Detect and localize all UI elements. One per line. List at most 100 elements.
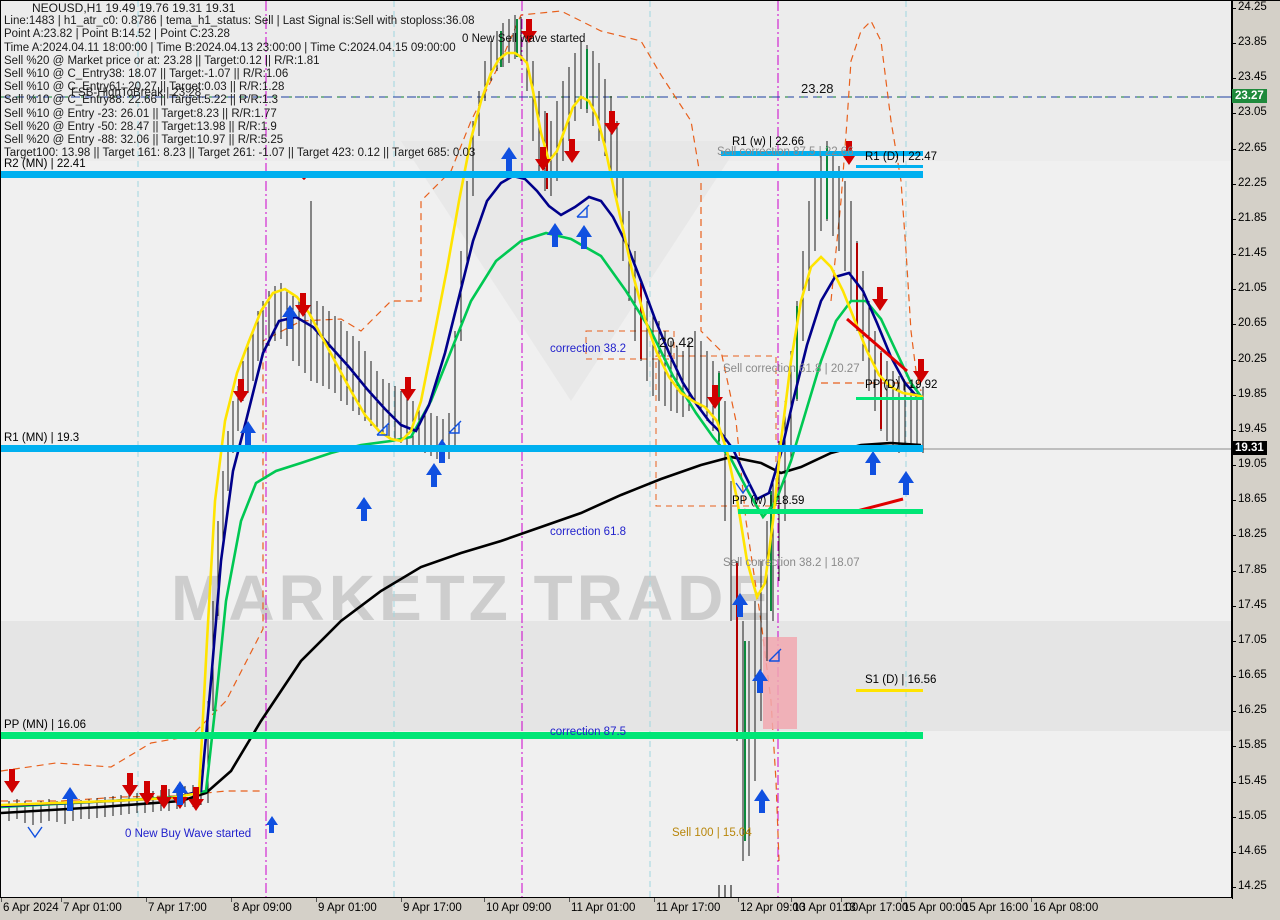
tick-label: 21.05 (1238, 282, 1267, 295)
tick-mark (1232, 324, 1236, 326)
label-r1-mn: R1 (MN) | 19.3 (4, 432, 80, 444)
tick-mark (484, 898, 485, 902)
annotation-sell-correction-38-2: Sell correction 38.2 | 18.07 (723, 557, 860, 569)
tick-label: 9 Apr 01:00 (318, 902, 377, 914)
tick-label: 8 Apr 09:00 (233, 902, 292, 914)
annotation-correction-61-8: correction 61.8 (550, 526, 627, 538)
symbol-ohlc-line: NEOUSD,H1 19.49 19.76 19.31 19.31 (32, 1, 236, 15)
label-pp-w: PP (w) | 18.59 (732, 495, 805, 507)
tick-label: 22.65 (1238, 141, 1267, 154)
tick-mark (1031, 898, 1032, 902)
info-line-9: Sell %20 @ Entry -88: 32.06 || Target:10… (4, 134, 284, 147)
tick-label: 15.85 (1238, 739, 1267, 752)
annotation-sell-correction-61-8: Sell correction 61.8 | 20.27 (723, 363, 860, 375)
label-r1-d: R1 (D) | 22.47 (865, 151, 938, 163)
annotation-high-to-break: 23.28 (801, 81, 834, 96)
tick-mark (1232, 218, 1236, 220)
tick-label: 20.65 (1238, 317, 1267, 330)
annotation-correction-87-5: correction 87.5 (550, 726, 627, 738)
tick-label: 11 Apr 17:00 (656, 902, 721, 914)
tick-mark (316, 898, 317, 902)
annotation-new-sell-wave: 0 New Sell wave started (462, 33, 586, 45)
tick-mark (654, 898, 655, 902)
tick-label: 21.85 (1238, 211, 1267, 224)
tick-label: 23.85 (1238, 36, 1267, 49)
price-tag-last: 19.31 (1232, 441, 1267, 455)
tick-label: 19.45 (1238, 422, 1267, 435)
info-line-1: Point A:23.82 | Point B:14.52 | Point C:… (4, 28, 230, 41)
tick-mark (1232, 289, 1236, 291)
tick-mark (1232, 148, 1236, 150)
tick-mark (1232, 465, 1236, 467)
chart-window: MARKETZ TRADE R2 (MN) | 22.41 R1 (MN) | … (0, 0, 1280, 920)
tick-label: 17.45 (1238, 598, 1267, 611)
info-line-5: Sell %10 @ C_Entry61: 20.27 || Target:0.… (4, 81, 285, 94)
tick-mark (1232, 359, 1236, 361)
tick-mark (1232, 429, 1236, 431)
tick-label: 7 Apr 01:00 (63, 902, 122, 914)
label-s1-d: S1 (D) | 16.56 (865, 674, 937, 686)
tick-mark (1232, 605, 1236, 607)
tick-mark (1232, 78, 1236, 80)
tick-mark (1232, 8, 1236, 9)
tick-label: 23.45 (1238, 71, 1267, 84)
chart-info-header: NEOUSD,H1 19.49 19.76 19.31 19.31 Line:1… (4, 1, 476, 160)
tick-label: 19.85 (1238, 387, 1267, 400)
label-pp-d: PP (D) | 19.92 (865, 379, 938, 391)
tick-label: 21.45 (1238, 247, 1267, 260)
tick-mark (841, 898, 842, 902)
level-line-r2-mn (1, 171, 923, 178)
tick-mark (1232, 676, 1236, 678)
tick-label: 20.25 (1238, 352, 1267, 365)
tick-label: 16.65 (1238, 669, 1267, 682)
annotation-sell-correction-87-5: Sell correction 87.5 | 22.66 (717, 146, 854, 158)
price-tag-bid: 23.27 (1232, 89, 1267, 103)
tick-mark (1232, 394, 1236, 396)
tick-label: 13 Apr 17:00 (843, 902, 909, 914)
tick-label: 15 Apr 00:00 (903, 902, 969, 914)
tick-label: 17.05 (1238, 633, 1267, 646)
tick-label: 17.85 (1238, 563, 1267, 576)
tick-mark (1232, 254, 1236, 256)
tick-mark (1232, 43, 1236, 45)
tick-mark (901, 898, 902, 902)
tick-mark (1232, 640, 1236, 642)
tick-mark (1232, 500, 1236, 502)
tick-label: 15.45 (1238, 774, 1267, 787)
info-line-7: Sell %10 @ Entry -23: 26.01 || Target:8.… (4, 107, 277, 120)
tick-mark (61, 898, 62, 902)
tick-label: 22.25 (1238, 176, 1267, 189)
tick-label: 15 Apr 16:00 (963, 902, 1029, 914)
info-line-0: Line:1483 | h1_atr_c0: 0.8786 | tema_h1_… (4, 15, 475, 28)
tick-mark (791, 898, 792, 902)
annotation-new-buy-wave: 0 New Buy Wave started (125, 828, 252, 840)
tick-label: 6 Apr 2024 (3, 902, 59, 914)
tick-label: 11 Apr 01:00 (571, 902, 636, 914)
annotation-sell-100: Sell 100 | 15.04 (672, 827, 752, 839)
tick-mark (146, 898, 147, 902)
tick-mark (231, 898, 232, 902)
label-pp-mn: PP (MN) | 16.06 (4, 719, 87, 731)
tick-label: 18.65 (1238, 493, 1267, 506)
tick-label: 14.25 (1238, 880, 1267, 892)
tick-mark (1232, 851, 1236, 853)
annotation-correction-38-2: correction 38.2 (550, 343, 627, 355)
tick-mark (1232, 711, 1236, 713)
tick-label: 18.25 (1238, 528, 1267, 541)
tick-label: 24.25 (1238, 1, 1267, 13)
info-line-4: Sell %10 @ C_Entry38: 18.07 || Target:-1… (4, 68, 289, 81)
tick-mark (1232, 816, 1236, 818)
level-line-s1-d (856, 689, 923, 692)
level-line-pp-d (856, 397, 923, 400)
level-line-r1-d (856, 165, 923, 168)
time-axis[interactable]: 6 Apr 2024 7 Apr 01:00 7 Apr 17:00 8 Apr 09… (0, 898, 1232, 920)
level-line-r1-mn (1, 445, 923, 452)
info-line-3: Sell %20 @ Market price or at: 23.28 || … (4, 54, 320, 67)
info-line-2: Time A:2024.04.11 18:00:00 | Time B:2024… (4, 41, 456, 54)
info-line-10: Target100: 13.98 || Target 161: 8.23 || … (4, 147, 476, 160)
tick-label: 10 Apr 09:00 (486, 902, 552, 914)
tick-mark (1232, 535, 1236, 537)
tick-label: 19.05 (1238, 458, 1267, 471)
level-line-pp-w (738, 509, 923, 514)
tick-mark (401, 898, 402, 902)
